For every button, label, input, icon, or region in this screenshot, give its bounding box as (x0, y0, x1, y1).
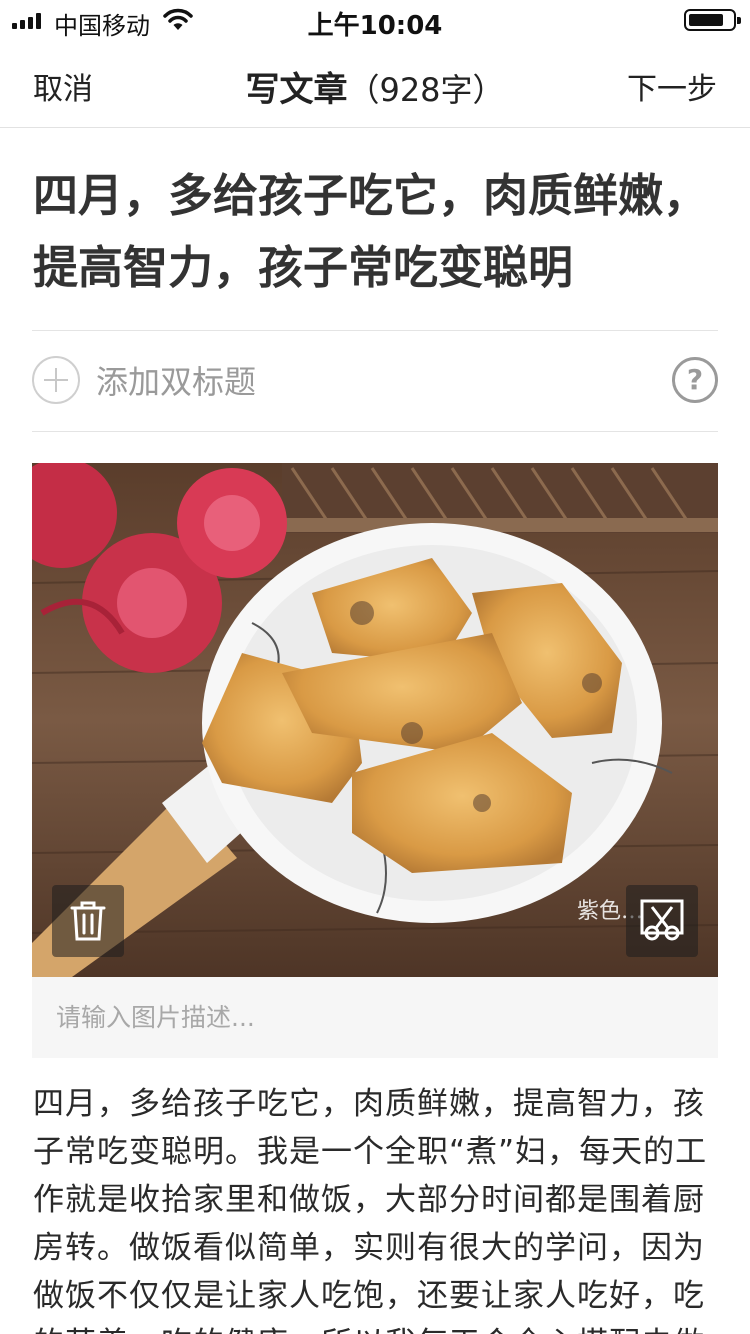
help-icon[interactable]: ? (672, 357, 718, 403)
image-caption-input[interactable] (32, 977, 718, 1058)
crop-image-button[interactable] (626, 885, 698, 957)
divider (32, 431, 718, 432)
word-count: （928字） (347, 71, 505, 109)
crop-icon (640, 899, 684, 941)
article-image[interactable]: 紫色… (32, 463, 718, 977)
nav-bar: 取消 写文章（928字） 下一步 (0, 40, 750, 128)
status-bar: 中国移动 上午10:04 (0, 0, 750, 41)
next-step-button[interactable]: 下一步 (627, 64, 717, 108)
battery-icon (684, 9, 741, 31)
status-time: 上午10:04 (307, 11, 443, 41)
article-title-input[interactable]: 四月，多给孩子吃它，肉质鲜嫩，提高智力，孩子常吃变聪明 (33, 160, 723, 304)
page-title-text: 写文章 (245, 70, 348, 110)
add-subtitle-label: 添加双标题 (96, 363, 257, 401)
plus-circle-icon (32, 356, 80, 404)
add-subtitle-button[interactable]: 添加双标题 (32, 356, 256, 404)
article-body-text[interactable]: 四月，多给孩子吃它，肉质鲜嫩，提高智力，孩子常吃变聪明。我是一个全职“煮”妇，每… (33, 1080, 723, 1334)
divider (32, 330, 718, 331)
trash-icon (70, 901, 106, 941)
fried-food-photo: 紫色… (32, 463, 718, 977)
delete-image-button[interactable] (52, 885, 124, 957)
